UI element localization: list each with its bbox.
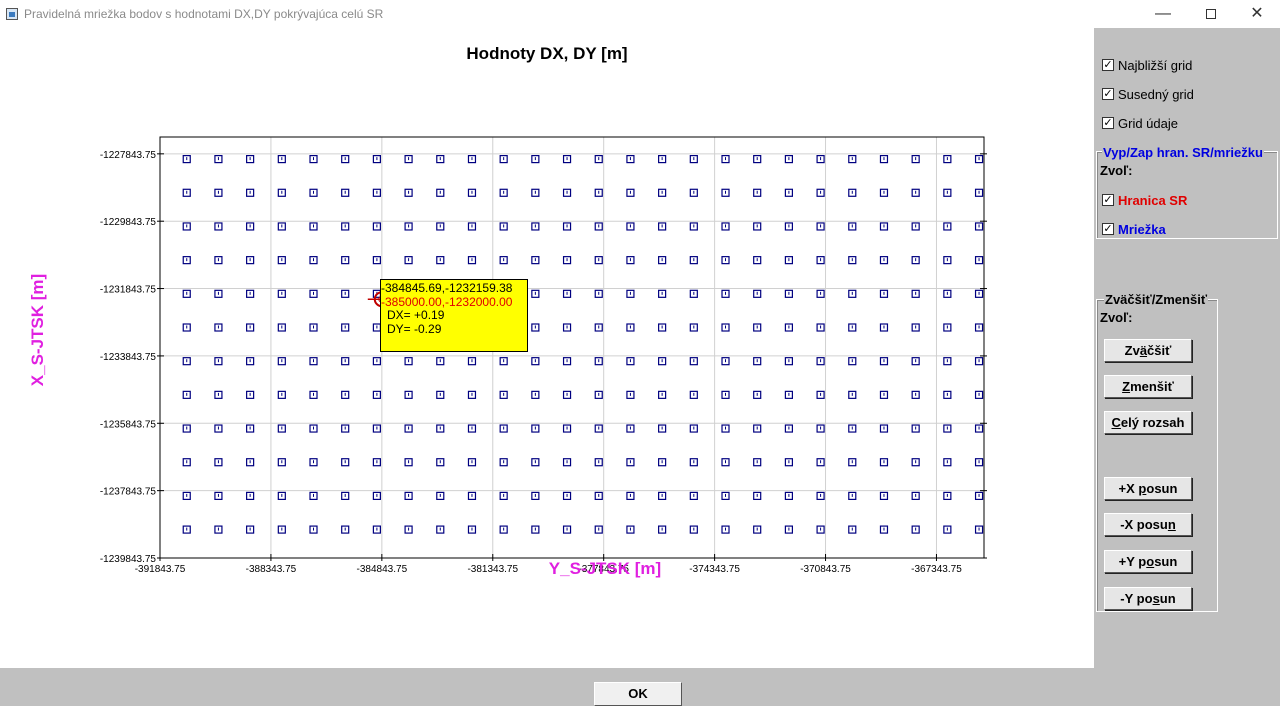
checkbox-label: Najbližší grid	[1118, 57, 1193, 73]
tooltip-dy: DY= -0.29	[387, 321, 442, 336]
tooltip-grid-coords: -385000.00,-1232000.00	[381, 294, 513, 309]
pan-plus-y-button[interactable]: +Y posun	[1104, 550, 1192, 573]
checkbox-box[interactable]: ✓	[1102, 117, 1114, 129]
group-label-vyp-zap: Vyp/Zap hran. SR/mriežku	[1102, 145, 1264, 160]
checkbox-label: Mriežka	[1118, 221, 1166, 237]
grid-points	[182, 155, 984, 534]
pan-minus-x-button[interactable]: -X posun	[1104, 513, 1192, 536]
full-extent-button[interactable]: Celý rozsah	[1104, 411, 1192, 434]
y-tick-label: -1237843.75	[100, 487, 157, 498]
checkbox-label: Grid údaje	[1118, 115, 1178, 131]
checkbox-label: Susedný grid	[1118, 86, 1194, 102]
checkbox-box[interactable]: ✓	[1102, 59, 1114, 71]
y-axis-label: X_S-JTSK [m]	[28, 273, 47, 387]
zoom-in-button[interactable]: Zväčšiť	[1104, 339, 1192, 362]
bottom-bar	[0, 668, 1094, 704]
chart-title: Hodnoty DX, DY [m]	[466, 44, 628, 63]
group1-zvol: Zvoľ:	[1100, 163, 1133, 178]
tooltip-cursor-coords: -384845.69,-1232159.38	[381, 281, 513, 295]
pan-minus-y-button[interactable]: -Y posun	[1104, 587, 1192, 610]
side-panel: ✓ Najbližší grid ✓ Susedný grid ✓ Grid ú…	[1094, 28, 1280, 704]
ok-button[interactable]: OK	[594, 682, 682, 706]
maximize-icon	[1206, 8, 1216, 19]
y-tick-label: -1233843.75	[100, 352, 157, 363]
chart-canvas[interactable]: -391843.75 -388343.75 -384843.75 -381343.75…	[0, 0, 1094, 704]
y-tick-label: -1229843.75	[100, 217, 157, 228]
y-tick-label: -1235843.75	[100, 419, 157, 430]
checkbox-grid-udaje[interactable]: ✓ Grid údaje	[1102, 114, 1178, 132]
y-tick-label: -1227843.75	[100, 150, 157, 161]
group-label-zvacsit-zmensit: Zväčšiť/Zmenšiť	[1104, 292, 1209, 307]
group2-zvol: Zvoľ:	[1100, 310, 1133, 325]
zoom-out-button[interactable]: Zmenšiť	[1104, 375, 1192, 398]
checkbox-susedny-grid[interactable]: ✓ Susedný grid	[1102, 85, 1194, 103]
checkbox-box[interactable]: ✓	[1102, 223, 1114, 235]
checkbox-box[interactable]: ✓	[1102, 194, 1114, 206]
checkbox-label: Hranica SR	[1118, 192, 1188, 208]
pan-plus-x-button[interactable]: +X posun	[1104, 477, 1192, 500]
minimize-button[interactable]: —	[1140, 0, 1186, 28]
checkbox-box[interactable]: ✓	[1102, 88, 1114, 100]
checkbox-najblizsi-grid[interactable]: ✓ Najbližší grid	[1102, 56, 1192, 74]
checkbox-hranica-sr[interactable]: ✓ Hranica SR	[1102, 191, 1187, 209]
tooltip-dx: DX= +0.19	[387, 308, 445, 322]
x-axis-label: Y_S-JTSK [m]	[548, 559, 662, 578]
maximize-button[interactable]	[1188, 0, 1234, 28]
y-tick-label: -1231843.75	[100, 285, 157, 296]
value-tooltip: -384845.69,-1232159.38 -385000.00,-12320…	[380, 279, 528, 352]
close-button[interactable]: ✕	[1234, 0, 1280, 28]
checkbox-mriezka[interactable]: ✓ Mriežka	[1102, 220, 1166, 238]
